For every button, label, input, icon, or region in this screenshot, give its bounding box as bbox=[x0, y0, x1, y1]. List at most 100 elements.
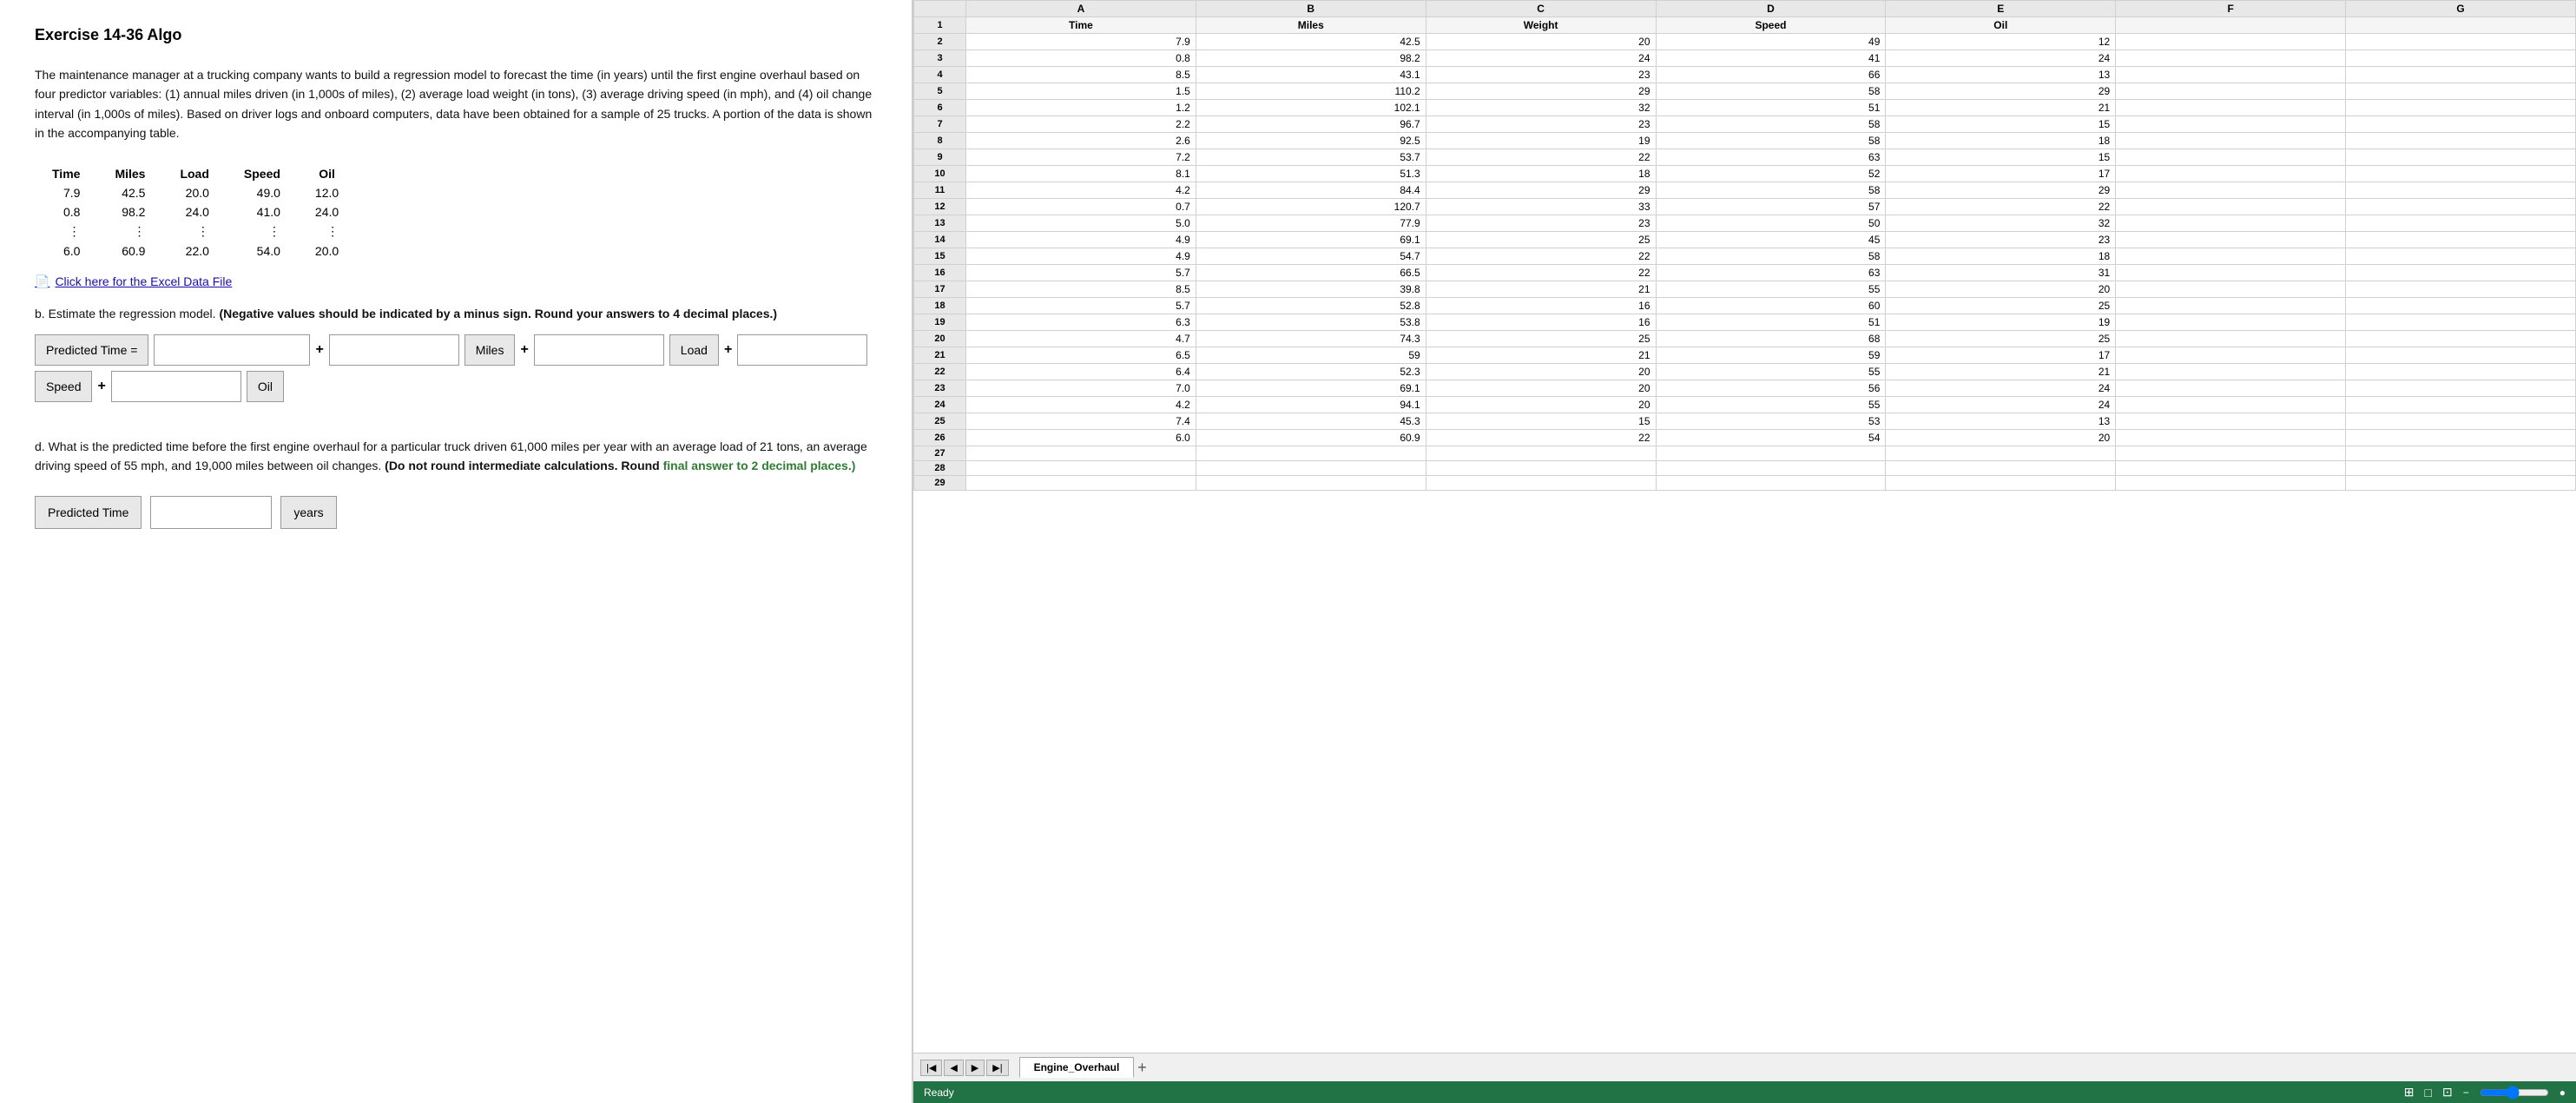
excel-data-link[interactable]: 📄 Click here for the Excel Data File bbox=[35, 274, 877, 289]
sheet-cell[interactable]: 32 bbox=[1886, 215, 2116, 232]
sheet-cell[interactable]: 25 bbox=[1886, 331, 2116, 347]
sheet-cell[interactable]: 16 bbox=[1426, 298, 1656, 314]
sheet-cell[interactable]: 25 bbox=[1426, 331, 1656, 347]
sheet-cell[interactable]: 19 bbox=[1886, 314, 2116, 331]
sheet-cell[interactable]: 55 bbox=[1656, 364, 1886, 380]
sheet-cell[interactable]: 1.5 bbox=[966, 83, 1196, 100]
sheet-cell[interactable]: 25 bbox=[1426, 232, 1656, 248]
sheet-cell[interactable] bbox=[2346, 364, 2576, 380]
sheet-cell[interactable]: 24 bbox=[1886, 380, 2116, 397]
sheet-cell[interactable]: 58 bbox=[1656, 116, 1886, 133]
sheet-cell[interactable] bbox=[2116, 380, 2346, 397]
sheet-cell[interactable] bbox=[1886, 461, 2116, 476]
sheet-cell[interactable] bbox=[2116, 314, 2346, 331]
sheet-cell[interactable]: 6.5 bbox=[966, 347, 1196, 364]
sheet-cell[interactable]: 68 bbox=[1656, 331, 1886, 347]
sheet-cell[interactable] bbox=[1426, 476, 1656, 491]
prev-sheet-btn[interactable]: ◀ bbox=[944, 1060, 963, 1076]
sheet-cell[interactable]: 20 bbox=[1426, 380, 1656, 397]
sheet-cell[interactable]: 22 bbox=[1426, 430, 1656, 446]
sheet-cell[interactable]: 58 bbox=[1656, 133, 1886, 149]
sheet-cell[interactable]: 56 bbox=[1656, 380, 1886, 397]
sheet-cell[interactable]: 58 bbox=[1656, 182, 1886, 199]
sheet-cell[interactable]: 24 bbox=[1886, 50, 2116, 67]
sheet-cell[interactable]: 51 bbox=[1656, 100, 1886, 116]
sheet-cell[interactable] bbox=[2346, 397, 2576, 413]
sheet-cell[interactable] bbox=[1886, 446, 2116, 461]
zoom-minus-icon[interactable]: − bbox=[2463, 1086, 2469, 1099]
sheet-cell[interactable]: 6.4 bbox=[966, 364, 1196, 380]
sheet-cell[interactable]: 54.7 bbox=[1196, 248, 1426, 265]
first-sheet-btn[interactable]: |◀ bbox=[920, 1060, 942, 1076]
sheet-cell[interactable] bbox=[2346, 347, 2576, 364]
sheet-cell[interactable]: 69.1 bbox=[1196, 380, 1426, 397]
sheet-cell[interactable] bbox=[2346, 461, 2576, 476]
spreadsheet-container[interactable]: A B C D E F G 1TimeMilesWeightSpeedOil27… bbox=[913, 0, 2576, 1053]
sheet-cell[interactable] bbox=[2346, 100, 2576, 116]
sheet-cell[interactable] bbox=[2346, 281, 2576, 298]
sheet-cell[interactable]: 58 bbox=[1656, 83, 1886, 100]
sheet-cell[interactable]: 21 bbox=[1886, 364, 2116, 380]
sheet-cell[interactable]: 20 bbox=[1426, 364, 1656, 380]
sheet-cell[interactable]: 42.5 bbox=[1196, 34, 1426, 50]
sheet-cell[interactable]: 8.1 bbox=[966, 166, 1196, 182]
sheet-cell[interactable]: 18 bbox=[1426, 166, 1656, 182]
sheet-cell[interactable]: 52.3 bbox=[1196, 364, 1426, 380]
add-sheet-button[interactable]: + bbox=[1137, 1059, 1147, 1077]
sheet-cell[interactable]: 22 bbox=[1426, 149, 1656, 166]
sheet-cell[interactable] bbox=[2116, 149, 2346, 166]
predicted-time-input[interactable] bbox=[150, 496, 272, 529]
sheet-cell[interactable]: 5.0 bbox=[966, 215, 1196, 232]
sheet-cell[interactable]: 6.3 bbox=[966, 314, 1196, 331]
sheet-cell[interactable] bbox=[2116, 100, 2346, 116]
sheet-cell[interactable]: 52.8 bbox=[1196, 298, 1426, 314]
sheet-cell[interactable]: 19 bbox=[1426, 133, 1656, 149]
sheet-cell[interactable] bbox=[2116, 430, 2346, 446]
sheet-cell[interactable]: 55 bbox=[1656, 397, 1886, 413]
sheet-cell[interactable]: 4.2 bbox=[966, 182, 1196, 199]
sheet-cell[interactable]: 4.2 bbox=[966, 397, 1196, 413]
sheet-cell[interactable]: 77.9 bbox=[1196, 215, 1426, 232]
sheet-cell[interactable] bbox=[2116, 331, 2346, 347]
sheet-cell[interactable] bbox=[1196, 461, 1426, 476]
sheet-cell[interactable]: 58 bbox=[1656, 248, 1886, 265]
sheet-cell[interactable]: 69.1 bbox=[1196, 232, 1426, 248]
sheet-cell[interactable]: 2.2 bbox=[966, 116, 1196, 133]
speed-coeff-input[interactable] bbox=[737, 334, 867, 366]
sheet-cell[interactable] bbox=[2116, 364, 2346, 380]
sheet-cell[interactable]: 23 bbox=[1886, 232, 2116, 248]
sheet-cell[interactable] bbox=[2346, 215, 2576, 232]
sheet-cell[interactable] bbox=[2346, 265, 2576, 281]
last-sheet-btn[interactable]: ▶| bbox=[986, 1060, 1008, 1076]
sheet-cell[interactable]: 1.2 bbox=[966, 100, 1196, 116]
sheet-cell[interactable]: 13 bbox=[1886, 413, 2116, 430]
sheet-cell[interactable] bbox=[2346, 166, 2576, 182]
sheet-cell[interactable]: 4.9 bbox=[966, 248, 1196, 265]
sheet-cell[interactable]: 21 bbox=[1426, 281, 1656, 298]
view-normal-icon[interactable]: ⊞ bbox=[2404, 1085, 2415, 1100]
sheet-cell[interactable]: Oil bbox=[1886, 17, 2116, 34]
sheet-cell[interactable] bbox=[2346, 133, 2576, 149]
sheet-cell[interactable] bbox=[2116, 34, 2346, 50]
sheet-cell[interactable]: 22 bbox=[1886, 199, 2116, 215]
sheet-cell[interactable]: 55 bbox=[1656, 281, 1886, 298]
sheet-cell[interactable] bbox=[966, 446, 1196, 461]
sheet-cell[interactable]: 120.7 bbox=[1196, 199, 1426, 215]
sheet-cell[interactable] bbox=[2116, 281, 2346, 298]
sheet-cell[interactable]: 25 bbox=[1886, 298, 2116, 314]
sheet-cell[interactable]: 21 bbox=[1886, 100, 2116, 116]
sheet-cell[interactable]: 49 bbox=[1656, 34, 1886, 50]
sheet-cell[interactable]: 53 bbox=[1656, 413, 1886, 430]
sheet-cell[interactable]: 63 bbox=[1656, 265, 1886, 281]
sheet-cell[interactable] bbox=[2116, 133, 2346, 149]
sheet-cell[interactable]: 41 bbox=[1656, 50, 1886, 67]
sheet-cell[interactable]: Time bbox=[966, 17, 1196, 34]
sheet-cell[interactable]: 22 bbox=[1426, 248, 1656, 265]
sheet-cell[interactable]: 16 bbox=[1426, 314, 1656, 331]
sheet-cell[interactable] bbox=[2116, 50, 2346, 67]
sheet-cell[interactable]: 8.5 bbox=[966, 281, 1196, 298]
sheet-cell[interactable]: 29 bbox=[1886, 182, 2116, 199]
sheet-cell[interactable]: 66.5 bbox=[1196, 265, 1426, 281]
sheet-cell[interactable] bbox=[2346, 430, 2576, 446]
sheet-cell[interactable] bbox=[2346, 199, 2576, 215]
